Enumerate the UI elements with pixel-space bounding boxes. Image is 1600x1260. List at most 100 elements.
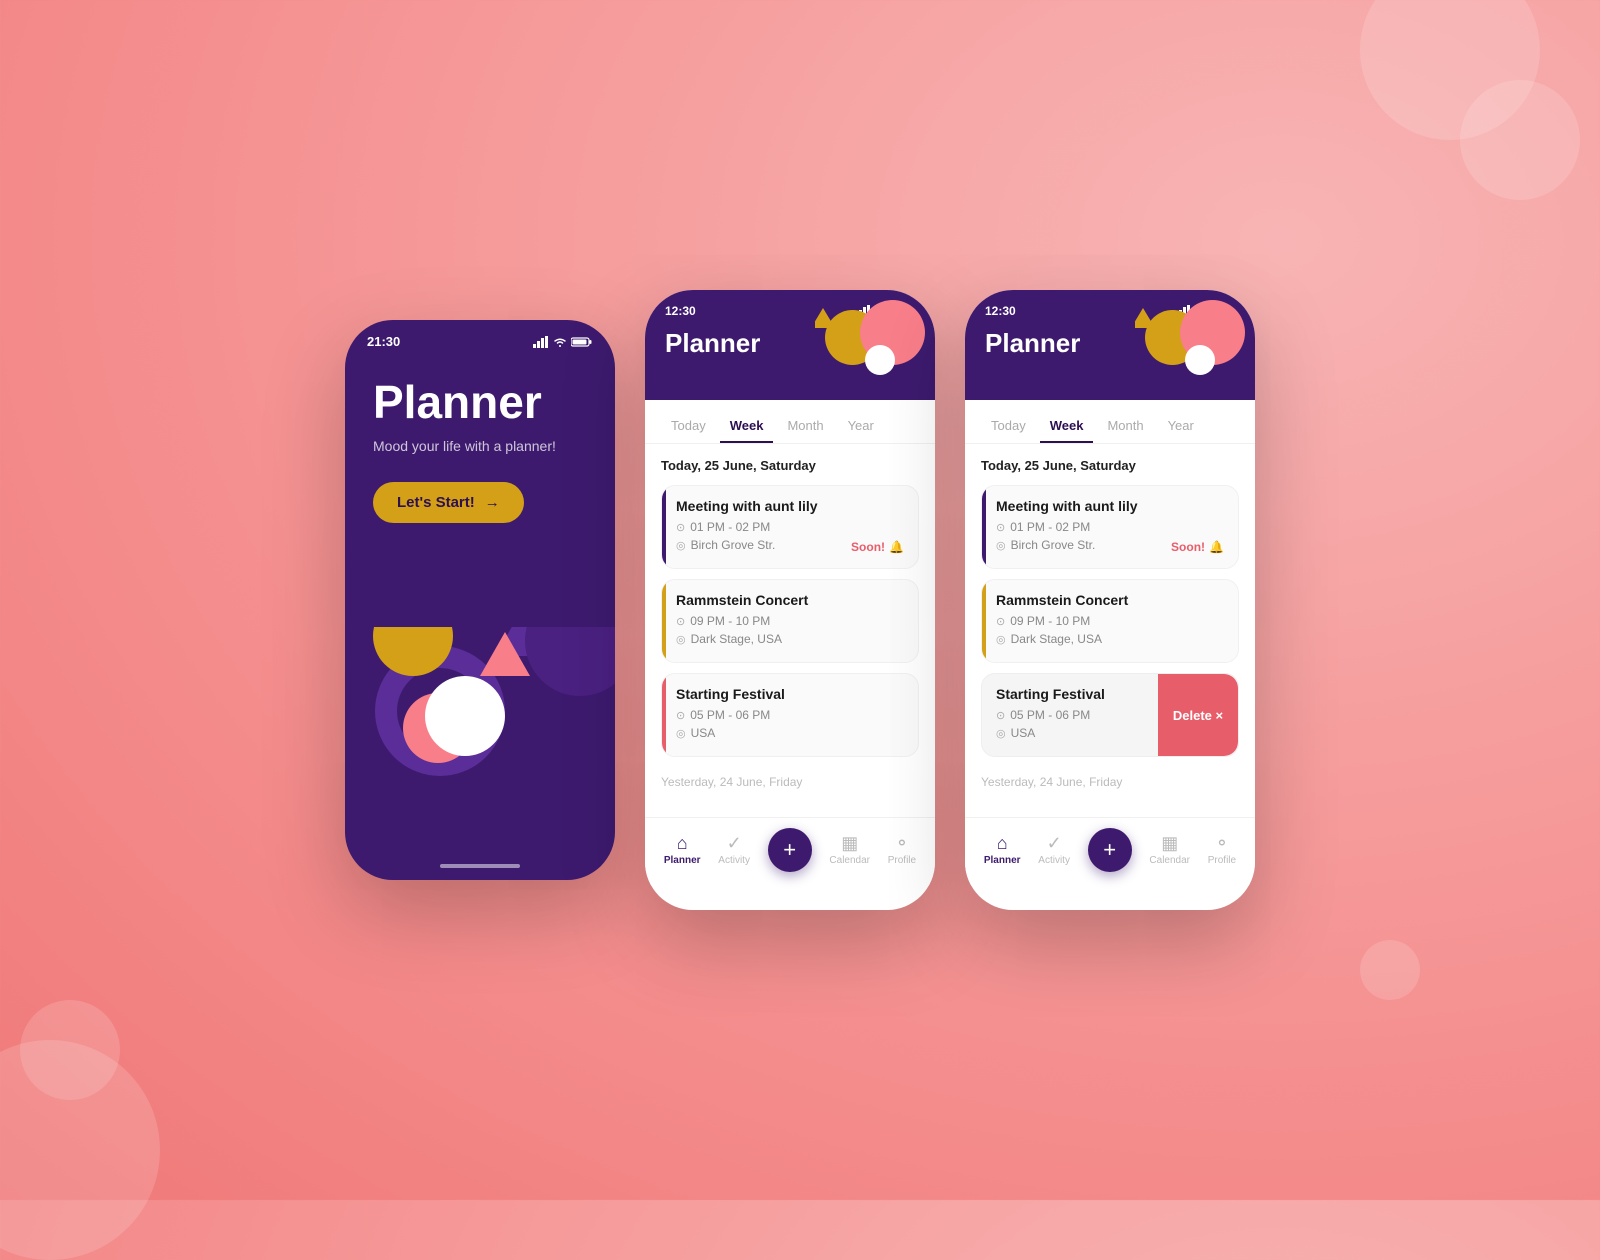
- event-time-meeting-2: ⊙ 01 PM - 02 PM: [676, 520, 904, 534]
- pin-icon-festival-3: ◎: [996, 727, 1006, 740]
- pin-icon-concert-3: ◎: [996, 633, 1006, 646]
- clock-icon-meeting-3: ⊙: [996, 521, 1005, 534]
- event-meeting-3[interactable]: Meeting with aunt lily ⊙ 01 PM - 02 PM ◎…: [981, 485, 1239, 569]
- event-concert-2[interactable]: Rammstein Concert ⊙ 09 PM - 10 PM ◎ Dark…: [661, 579, 919, 663]
- splash-title: Planner: [373, 377, 542, 428]
- shape-tri-pink: [480, 632, 530, 676]
- clock-icon-meeting-2: ⊙: [676, 521, 685, 534]
- event-time-meeting-3: ⊙ 01 PM - 02 PM: [996, 520, 1224, 534]
- signal-icon-1: [533, 336, 549, 348]
- header-triangle: [815, 308, 835, 328]
- check-icon-2: ✓: [727, 834, 742, 852]
- nav-plus-2[interactable]: +: [768, 828, 812, 872]
- app-header-3: 12:30: [965, 290, 1255, 400]
- start-button[interactable]: Let's Start! →: [373, 482, 524, 523]
- event-location-meeting-3: ◎ Birch Grove Str.: [996, 538, 1095, 552]
- nav-activity-2[interactable]: ✓ Activity: [718, 834, 750, 866]
- nav-tabs-3: Today Week Month Year: [965, 400, 1255, 444]
- event-time-concert-2: ⊙ 09 PM - 10 PM: [676, 614, 904, 628]
- date-header-3: Today, 25 June, Saturday: [981, 458, 1239, 473]
- pin-icon-festival-2: ◎: [676, 727, 686, 740]
- event-location-concert-2: ◎ Dark Stage, USA: [676, 632, 904, 646]
- splash-content: Planner Mood your life with a planner! L…: [345, 357, 615, 627]
- clock-icon-concert-3: ⊙: [996, 615, 1005, 628]
- pin-icon-meeting-3: ◎: [996, 539, 1006, 552]
- delete-button[interactable]: Delete ×: [1158, 674, 1238, 756]
- tab-year-2[interactable]: Year: [838, 410, 884, 443]
- bg-decoration-2: [1460, 80, 1580, 200]
- calendar-icon-2: ▦: [841, 834, 858, 852]
- nav-calendar-3[interactable]: ▦ Calendar: [1149, 834, 1190, 866]
- event-location-festival-3: ◎ USA: [996, 726, 1154, 740]
- home-indicator-2: [750, 894, 830, 898]
- event-name-concert-3: Rammstein Concert: [996, 592, 1224, 608]
- header-deco-2: [815, 290, 935, 400]
- battery-icon-1: [571, 336, 593, 348]
- clock-icon-concert-2: ⊙: [676, 615, 685, 628]
- bell-icon-2: 🔔: [889, 540, 904, 554]
- tab-month-3[interactable]: Month: [1097, 410, 1153, 443]
- nav-plus-3[interactable]: +: [1088, 828, 1132, 872]
- nav-planner-2[interactable]: ⌂ Planner: [664, 834, 701, 866]
- tab-year-3[interactable]: Year: [1158, 410, 1204, 443]
- nav-profile-2[interactable]: ⚬ Profile: [888, 834, 916, 866]
- pin-icon-concert-2: ◎: [676, 633, 686, 646]
- event-name-meeting-3: Meeting with aunt lily: [996, 498, 1224, 514]
- calendar-icon-3: ▦: [1161, 834, 1178, 852]
- tab-week-3[interactable]: Week: [1040, 410, 1094, 443]
- tab-month-2[interactable]: Month: [777, 410, 833, 443]
- shape-white-circle: [425, 676, 505, 756]
- nav-activity-3[interactable]: ✓ Activity: [1038, 834, 1070, 866]
- bg-decoration-5: [1360, 940, 1420, 1000]
- event-location-festival-2: ◎ USA: [676, 726, 904, 740]
- time-1: 21:30: [367, 334, 400, 349]
- tab-today-3[interactable]: Today: [981, 410, 1036, 443]
- date-header-2: Today, 25 June, Saturday: [661, 458, 919, 473]
- bottom-nav-2: ⌂ Planner ✓ Activity + ▦ Calendar ⚬ Prof…: [645, 817, 935, 886]
- phone-splash: 21:30: [345, 320, 615, 880]
- nav-calendar-2[interactable]: ▦ Calendar: [829, 834, 870, 866]
- check-icon-3: ✓: [1047, 834, 1062, 852]
- events-list-3: Today, 25 June, Saturday Meeting with au…: [965, 444, 1255, 817]
- profile-icon-3: ⚬: [1214, 834, 1229, 852]
- clock-icon-festival-3: ⊙: [996, 709, 1005, 722]
- yesterday-label-2: Yesterday, 24 June, Friday: [661, 767, 919, 793]
- splash-subtitle: Mood your life with a planner!: [373, 438, 556, 454]
- event-name-concert-2: Rammstein Concert: [676, 592, 904, 608]
- event-name-festival-3: Starting Festival: [996, 686, 1154, 702]
- header-circle-white-3: [1185, 345, 1215, 375]
- event-concert-3[interactable]: Rammstein Concert ⊙ 09 PM - 10 PM ◎ Dark…: [981, 579, 1239, 663]
- splash-shapes: [345, 627, 615, 857]
- clock-icon-festival-2: ⊙: [676, 709, 685, 722]
- home-indicator-3: [1070, 894, 1150, 898]
- phone-app-2: 12:30: [645, 290, 935, 910]
- event-name-meeting-2: Meeting with aunt lily: [676, 498, 904, 514]
- tab-today-2[interactable]: Today: [661, 410, 716, 443]
- bottom-nav-3: ⌂ Planner ✓ Activity + ▦ Calendar ⚬ Prof…: [965, 817, 1255, 886]
- event-name-festival-2: Starting Festival: [676, 686, 904, 702]
- event-time-festival-2: ⊙ 05 PM - 06 PM: [676, 708, 904, 722]
- yesterday-label-3: Yesterday, 24 June, Friday: [981, 767, 1239, 793]
- home-icon-2: ⌂: [677, 834, 688, 852]
- event-location-concert-3: ◎ Dark Stage, USA: [996, 632, 1224, 646]
- shape-large-purple: [525, 627, 615, 697]
- app-header-2: 12:30: [645, 290, 935, 400]
- event-festival-2[interactable]: Starting Festival ⊙ 05 PM - 06 PM ◎ USA: [661, 673, 919, 757]
- soon-badge-3: Soon! 🔔: [1171, 540, 1224, 554]
- event-footer-meeting-3: ◎ Birch Grove Str. Soon! 🔔: [996, 538, 1224, 556]
- event-footer-meeting-2: ◎ Birch Grove Str. Soon! 🔔: [676, 538, 904, 556]
- nav-tabs-2: Today Week Month Year: [645, 400, 935, 444]
- phones-container: 21:30: [345, 290, 1255, 910]
- header-circle-white: [865, 345, 895, 375]
- phone-app-3: 12:30: [965, 290, 1255, 910]
- event-location-meeting-2: ◎ Birch Grove Str.: [676, 538, 775, 552]
- header-deco-3: [1135, 290, 1255, 400]
- nav-profile-3[interactable]: ⚬ Profile: [1208, 834, 1236, 866]
- profile-icon-2: ⚬: [894, 834, 909, 852]
- status-bar-1: 21:30: [345, 320, 615, 357]
- nav-planner-3[interactable]: ⌂ Planner: [984, 834, 1021, 866]
- event-festival-3[interactable]: Starting Festival ⊙ 05 PM - 06 PM ◎ USA …: [981, 673, 1239, 757]
- time-3: 12:30: [985, 304, 1016, 318]
- event-meeting-2[interactable]: Meeting with aunt lily ⊙ 01 PM - 02 PM ◎…: [661, 485, 919, 569]
- tab-week-2[interactable]: Week: [720, 410, 774, 443]
